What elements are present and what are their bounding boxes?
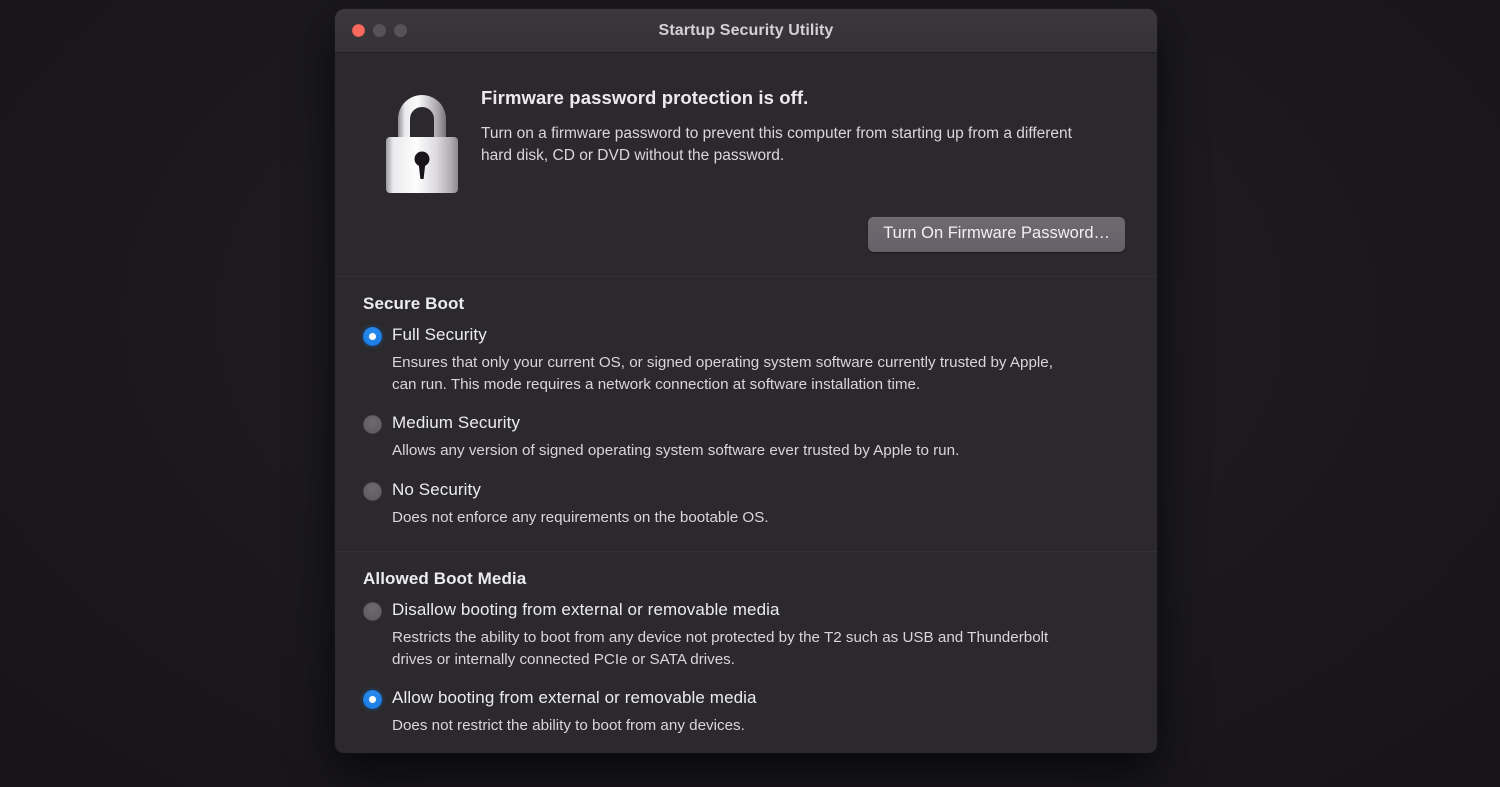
secure-boot-heading: Secure Boot [363,294,465,313]
window-controls [352,24,407,37]
option-label: Allow booting from external or removable… [392,688,757,708]
allowed-boot-media-heading: Allowed Boot Media [363,569,527,589]
firmware-status-heading: Firmware password protection is off. [481,87,809,108]
option-row[interactable]: Disallow booting from external or remova… [363,600,1129,622]
secure-boot-option-no-security[interactable]: No Security Does not enforce any require… [363,480,1129,529]
window-titlebar[interactable]: Startup Security Utility [335,9,1157,53]
padlock-icon [386,95,458,193]
firmware-status-description: Turn on a firmware password to prevent t… [481,125,1072,164]
allowed-boot-media-section: Allowed Boot Media Disallow booting from… [335,552,1157,753]
radio-button-disallow-external-boot[interactable] [363,602,382,622]
radio-button-allow-external-boot[interactable] [363,690,382,710]
minimize-button-icon[interactable] [373,24,386,37]
radio-button-medium-security[interactable] [363,415,382,435]
firmware-button-row: Turn On Firmware Password… [335,195,1157,276]
padlock-icon-wrapper [363,79,481,195]
secure-boot-option-medium-security[interactable]: Medium Security Allows any version of si… [363,413,1129,462]
option-description: Allows any version of signed operating s… [392,442,960,460]
option-description: Does not restrict the ability to boot fr… [392,717,745,735]
option-label: Medium Security [392,413,521,433]
boot-media-option-disallow[interactable]: Disallow booting from external or remova… [363,600,1129,670]
secure-boot-option-full-security[interactable]: Full Security Ensures that only your cur… [363,325,1129,395]
desktop-background: Startup Security Utility Firmware passwo… [0,0,1500,787]
option-row[interactable]: Allow booting from external or removable… [363,688,1129,710]
radio-button-no-security[interactable] [363,481,382,501]
maximize-button-icon[interactable] [394,24,407,37]
close-button-icon[interactable] [352,24,365,37]
option-description: Does not enforce any requirements on the… [392,508,769,526]
option-label: Full Security [392,325,487,344]
boot-media-option-allow[interactable]: Allow booting from external or removable… [363,688,1129,737]
option-label: Disallow booting from external or remova… [392,600,780,620]
firmware-password-text: Firmware password protection is off. Tur… [481,79,1127,195]
option-row[interactable]: Medium Security [363,413,1129,435]
option-description: Restricts the ability to boot from any d… [392,629,1049,668]
option-row[interactable]: Full Security [363,325,1129,346]
turn-on-firmware-password-button[interactable]: Turn On Firmware Password… [868,217,1125,252]
firmware-password-section: Firmware password protection is off. Tur… [335,53,1157,195]
radio-button-full-security[interactable] [363,327,382,346]
option-row[interactable]: No Security [363,480,1129,501]
option-label: No Security [392,479,481,499]
option-description: Ensures that only your current OS, or si… [392,354,1053,393]
startup-security-utility-window: Startup Security Utility Firmware passwo… [335,9,1157,753]
window-title: Startup Security Utility [658,21,834,39]
secure-boot-section: Secure Boot Full Security Ensures that o… [335,277,1157,551]
